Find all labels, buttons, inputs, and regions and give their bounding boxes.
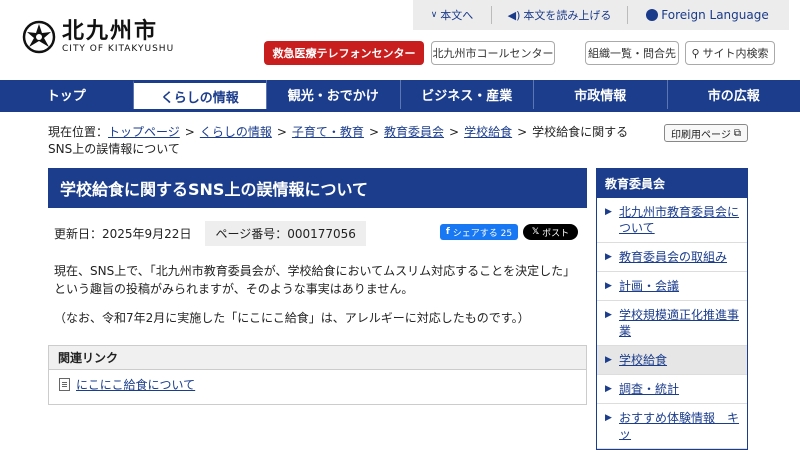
chevron-down-icon: ∨ [431, 10, 438, 20]
article-paragraph: 現在、SNS上で、「北九州市教育委員会が、学校給食においてムスリム対応することを… [54, 262, 584, 298]
breadcrumb-separator: > [517, 125, 527, 139]
sidebar-item-label: おすすめ体験情報 キッ [619, 410, 741, 442]
breadcrumb-separator: > [369, 125, 379, 139]
call-center-button[interactable]: 北九州市コールセンター [431, 41, 555, 65]
sidebar-item-label: 北九州市教育委員会について [619, 204, 741, 236]
city-emblem-icon [22, 20, 56, 54]
article-paragraph: （なお、令和7年2月に実施した「にこにこ給食」は、アレルギーに対応したものです。… [54, 309, 584, 327]
arrow-right-icon: ▶ [605, 249, 615, 265]
nav-city-administration[interactable]: 市政情報 [533, 80, 667, 109]
sidebar-item-label: 計画・会議 [619, 278, 679, 294]
breadcrumb-link-living[interactable]: くらしの情報 [200, 125, 272, 139]
sidebar-heading: 教育委員会 [597, 169, 747, 198]
related-link-label: にこにこ給食について [76, 376, 195, 393]
updated-date: 更新日：2025年9月22日 [54, 225, 191, 242]
sidebar-item-surveys[interactable]: ▶ 調査・統計 [597, 375, 747, 404]
nav-top[interactable]: トップ [0, 80, 133, 109]
utility-bar: ∨ 本文へ ◀) 本文を読み上げる Foreign Language [413, 0, 789, 30]
breadcrumb-separator: > [185, 125, 195, 139]
nav-living-info[interactable]: くらしの情報 [133, 80, 267, 109]
breadcrumb-link-top[interactable]: トップページ [108, 125, 180, 139]
document-icon [59, 378, 70, 391]
breadcrumb-separator: > [277, 125, 287, 139]
site-logo[interactable]: 北九州市 CITY OF KITAKYUSHU [22, 20, 174, 54]
x-post-label: ポスト [542, 226, 569, 239]
site-search-button[interactable]: ⚲ サイト内検索 [685, 41, 775, 65]
facebook-icon: f [446, 227, 450, 237]
organization-list-button[interactable]: 組織一覧・問合先 [585, 41, 679, 65]
logo-japanese: 北九州市 [62, 20, 174, 44]
sidebar-item-school-lunch[interactable]: ▶ 学校給食 [597, 346, 747, 375]
arrow-right-icon: ▶ [605, 352, 615, 368]
arrow-right-icon: ▶ [605, 381, 615, 397]
sidebar-item-plans[interactable]: ▶ 計画・会議 [597, 272, 747, 301]
x-post-button[interactable]: 𝕏 ポスト [523, 224, 578, 240]
page-meta: 更新日：2025年9月22日 ページ番号：000177056 [54, 221, 366, 246]
global-nav: トップ くらしの情報 観光・おでかけ ビジネス・産業 市政情報 市の広報 [0, 80, 800, 112]
breadcrumb-prefix: 現在位置： [48, 125, 108, 139]
breadcrumb-link-lunch[interactable]: 学校給食 [464, 125, 512, 139]
page-number: ページ番号：000177056 [205, 221, 365, 246]
search-icon: ⚲ [691, 47, 699, 60]
breadcrumb-link-childcare[interactable]: 子育て・教育 [292, 125, 364, 139]
new-window-icon: ⧉ [734, 128, 741, 139]
site-header: 北九州市 CITY OF KITAKYUSHU ∨ 本文へ ◀) 本文を読み上げ… [0, 0, 800, 80]
logo-english: CITY OF KITAKYUSHU [62, 44, 174, 54]
arrow-right-icon: ▶ [605, 278, 615, 294]
sidebar-item-label: 調査・統計 [619, 381, 679, 397]
speaker-icon: ◀) [508, 9, 521, 22]
foreign-language-link[interactable]: Foreign Language [627, 6, 787, 24]
x-icon: 𝕏 [532, 227, 539, 237]
related-links-box: 関連リンク にこにこ給食について [48, 345, 587, 405]
breadcrumb: 現在位置：トップページ>くらしの情報>子育て・教育>教育委員会>学校給食>学校給… [48, 124, 648, 158]
site-search-label: サイト内検索 [703, 45, 769, 61]
skip-to-content-label: 本文へ [440, 7, 473, 23]
skip-to-content-link[interactable]: ∨ 本文へ [413, 6, 491, 24]
read-aloud-link[interactable]: ◀) 本文を読み上げる [491, 6, 627, 24]
nav-business[interactable]: ビジネス・産業 [400, 80, 534, 109]
sidebar: 教育委員会 ▶ 北九州市教育委員会について ▶ 教育委員会の取組み ▶ 計画・会… [596, 168, 748, 450]
emergency-medical-button[interactable]: 救急医療テレフォンセンター [264, 41, 424, 65]
sidebar-item-label: 教育委員会の取組み [619, 249, 727, 265]
related-links-heading: 関連リンク [49, 346, 586, 370]
nav-tourism[interactable]: 観光・おでかけ [266, 80, 400, 109]
logo-text: 北九州市 CITY OF KITAKYUSHU [62, 20, 174, 54]
nav-city-pr[interactable]: 市の広報 [667, 80, 800, 109]
breadcrumb-link-board[interactable]: 教育委員会 [384, 125, 444, 139]
sidebar-item-initiatives[interactable]: ▶ 教育委員会の取組み [597, 243, 747, 272]
page-title: 学校給食に関するSNS上の誤情報について [48, 168, 587, 208]
sidebar-item-label: 学校給食 [619, 352, 667, 368]
related-link-nikoniko[interactable]: にこにこ給食について [49, 370, 586, 399]
sidebar-item-label: 学校規模適正化推進事業 [619, 307, 741, 339]
sidebar-item-board-about[interactable]: ▶ 北九州市教育委員会について [597, 198, 747, 243]
arrow-right-icon: ▶ [605, 204, 615, 236]
breadcrumb-separator: > [449, 125, 459, 139]
globe-icon [646, 9, 658, 21]
arrow-right-icon: ▶ [605, 410, 615, 442]
print-page-button[interactable]: 印刷用ページ ⧉ [664, 124, 748, 142]
read-aloud-label: 本文を読み上げる [523, 7, 611, 23]
foreign-language-label: Foreign Language [661, 8, 768, 22]
print-page-label: 印刷用ページ [671, 126, 731, 141]
arrow-right-icon: ▶ [605, 307, 615, 339]
facebook-share-label: シェアする 25 [453, 226, 512, 239]
sidebar-item-experiences[interactable]: ▶ おすすめ体験情報 キッ [597, 404, 747, 449]
facebook-share-button[interactable]: f シェアする 25 [440, 224, 518, 240]
sidebar-item-school-size[interactable]: ▶ 学校規模適正化推進事業 [597, 301, 747, 346]
